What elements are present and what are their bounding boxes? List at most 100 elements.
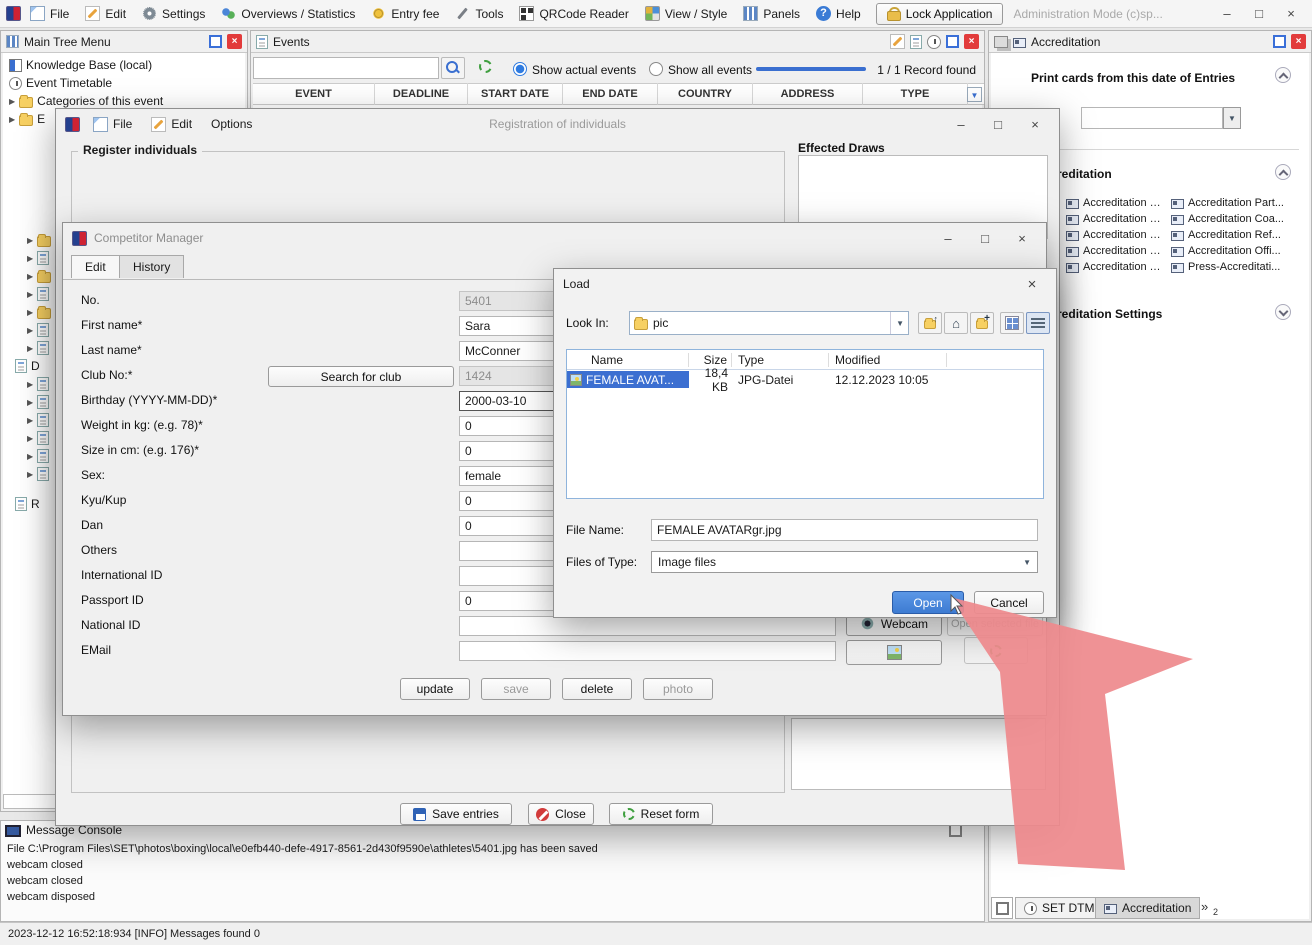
registration-minimize-button[interactable]: – xyxy=(946,109,976,139)
registration-menu-edit[interactable]: Edit xyxy=(145,115,198,134)
tree-item[interactable]: ▶ xyxy=(27,233,51,247)
tree-item[interactable]: ▶ xyxy=(27,341,49,355)
tree-panel-header[interactable]: Main Tree Menu × xyxy=(1,31,247,53)
tree-expand-icon[interactable]: ▶ xyxy=(27,434,33,443)
menu-entry-fee[interactable]: Entry fee xyxy=(364,3,446,24)
tree-item-event-timetable[interactable]: Event Timetable xyxy=(9,76,112,90)
column-name[interactable]: Name xyxy=(567,353,689,367)
photo-button[interactable]: photo xyxy=(643,678,713,700)
file-name-input[interactable] xyxy=(651,519,1038,541)
print-date-input[interactable] xyxy=(1081,107,1223,129)
registration-menu-file[interactable]: File xyxy=(87,115,138,134)
tree-expand-icon[interactable]: ▶ xyxy=(27,326,33,335)
registration-maximize-button[interactable]: □ xyxy=(983,109,1013,139)
menu-overviews[interactable]: Overviews / Statistics xyxy=(214,3,362,24)
tree-item[interactable]: ▶ xyxy=(27,431,49,445)
print-date-dropdown-button[interactable]: ▼ xyxy=(1223,107,1241,129)
tree-expand-icon[interactable]: ▶ xyxy=(27,272,33,281)
tree-item[interactable]: ▶ xyxy=(27,395,49,409)
search-for-club-button[interactable]: Search for club xyxy=(268,366,454,387)
card-item[interactable]: Accreditation Ref... xyxy=(1171,229,1289,241)
email-field[interactable] xyxy=(459,641,836,661)
tree-item[interactable]: ▶ xyxy=(27,413,49,427)
home-button[interactable]: ⌂ xyxy=(944,312,968,334)
card-item[interactable]: Accreditation Part... xyxy=(1066,197,1166,209)
tree-item-knowledge-base[interactable]: Knowledge Base (local) xyxy=(9,58,152,72)
tree-expand-icon[interactable]: ▶ xyxy=(27,344,33,353)
collapse-chevron-icon[interactable] xyxy=(1275,164,1291,180)
tree-item-partial-r[interactable]: R xyxy=(15,497,40,511)
accreditation-close-icon[interactable]: × xyxy=(1291,34,1306,49)
zoom-slider[interactable] xyxy=(756,67,866,71)
close-button[interactable]: Close xyxy=(528,803,594,825)
menu-tools[interactable]: Tools xyxy=(448,3,510,24)
column-modified[interactable]: Modified xyxy=(829,353,947,367)
tree-maximize-icon[interactable] xyxy=(209,35,222,48)
tree-item[interactable]: ▶ xyxy=(27,467,49,481)
search-button[interactable] xyxy=(441,57,465,79)
load-dialog-close-button[interactable]: × xyxy=(1017,269,1047,299)
tree-item[interactable]: ▶ xyxy=(27,251,49,265)
column-deadline[interactable]: DEADLINE xyxy=(375,83,468,105)
registration-close-button[interactable]: × xyxy=(1020,109,1050,139)
tree-expand-icon[interactable]: ▶ xyxy=(27,470,33,479)
competitor-close-button[interactable]: × xyxy=(1007,223,1037,253)
events-search-input[interactable] xyxy=(253,57,439,79)
tab-overflow-icon[interactable]: » xyxy=(1201,899,1208,914)
column-size[interactable]: Size xyxy=(689,353,732,367)
competitor-titlebar[interactable]: Competitor Manager – □ × xyxy=(63,223,1046,253)
accreditation-panel-header[interactable]: Accreditation × xyxy=(989,31,1311,53)
radio-show-all[interactable] xyxy=(649,62,663,76)
tree-expand-icon[interactable]: ▶ xyxy=(27,254,33,263)
column-type[interactable]: Type xyxy=(732,353,829,367)
refresh-icon[interactable] xyxy=(479,60,492,73)
column-start-date[interactable]: START DATE xyxy=(468,83,563,105)
tree-close-icon[interactable]: × xyxy=(227,34,242,49)
tree-item[interactable]: ▶ xyxy=(27,305,51,319)
window-maximize-button[interactable]: □ xyxy=(1244,0,1274,29)
collapse-chevron-icon[interactable] xyxy=(1275,67,1291,83)
tree-expand-icon[interactable]: ▶ xyxy=(27,398,33,407)
copy-icon[interactable] xyxy=(910,35,922,49)
national-id-field[interactable] xyxy=(459,616,836,636)
delete-button[interactable]: delete xyxy=(562,678,632,700)
reset-form-button[interactable]: Reset form xyxy=(609,803,713,825)
tree-item[interactable]: ▶ xyxy=(27,377,49,391)
tree-item[interactable]: ▶ xyxy=(27,323,49,337)
tree-item-partial-d[interactable]: D xyxy=(15,359,40,373)
new-folder-button[interactable]: + xyxy=(970,312,994,334)
column-end-date[interactable]: END DATE xyxy=(563,83,658,105)
tree-expand-icon[interactable]: ▶ xyxy=(9,97,15,106)
card-item[interactable]: Accreditation Te... xyxy=(1066,261,1166,273)
tab-edit[interactable]: Edit xyxy=(71,255,120,278)
look-in-combobox[interactable]: pic ▼ xyxy=(629,311,909,335)
window-close-button[interactable]: × xyxy=(1276,0,1306,29)
tab-set-dtm[interactable]: SET DTM xyxy=(1015,897,1103,919)
up-folder-button[interactable]: ↑ xyxy=(918,312,942,334)
card-item[interactable]: Accreditation Offi... xyxy=(1066,245,1166,257)
registration-menu-options[interactable]: Options xyxy=(205,115,258,133)
menu-qrcode[interactable]: QRCode Reader xyxy=(512,3,635,24)
events-maximize-icon[interactable] xyxy=(946,35,959,48)
tree-item-categories[interactable]: ▶Categories of this event xyxy=(9,94,163,108)
file-table[interactable]: Name Size Type Modified FEMALE AVAT... 1… xyxy=(566,349,1044,499)
file-name-cell[interactable]: FEMALE AVAT... xyxy=(567,371,689,388)
menu-file[interactable]: File xyxy=(23,3,76,24)
tree-expand-icon[interactable]: ▶ xyxy=(27,290,33,299)
events-close-icon[interactable]: × xyxy=(964,34,979,49)
tree-item[interactable]: ▶ xyxy=(27,449,49,463)
files-of-type-combobox[interactable]: Image files ▼ xyxy=(651,551,1038,573)
tree-expand-icon[interactable]: ▶ xyxy=(9,115,15,124)
update-button[interactable]: update xyxy=(400,678,470,700)
panel-selector-button[interactable] xyxy=(991,897,1013,919)
reload-photo-button[interactable] xyxy=(964,637,1028,664)
tab-accreditation[interactable]: Accreditation xyxy=(1095,897,1200,919)
dropdown-icon[interactable]: ▼ xyxy=(890,312,904,334)
file-row[interactable]: FEMALE AVAT... 18,4 KB JPG-Datei 12.12.2… xyxy=(567,371,1043,388)
registration-side-list[interactable] xyxy=(791,718,1046,790)
events-panel-header[interactable]: Events × xyxy=(251,31,984,53)
card-item[interactable]: Accreditation Coa... xyxy=(1066,213,1166,225)
save-entries-button[interactable]: Save entries xyxy=(400,803,512,825)
card-item[interactable]: Accreditation Ref... xyxy=(1066,229,1166,241)
card-item[interactable]: Accreditation Offi... xyxy=(1171,245,1289,257)
